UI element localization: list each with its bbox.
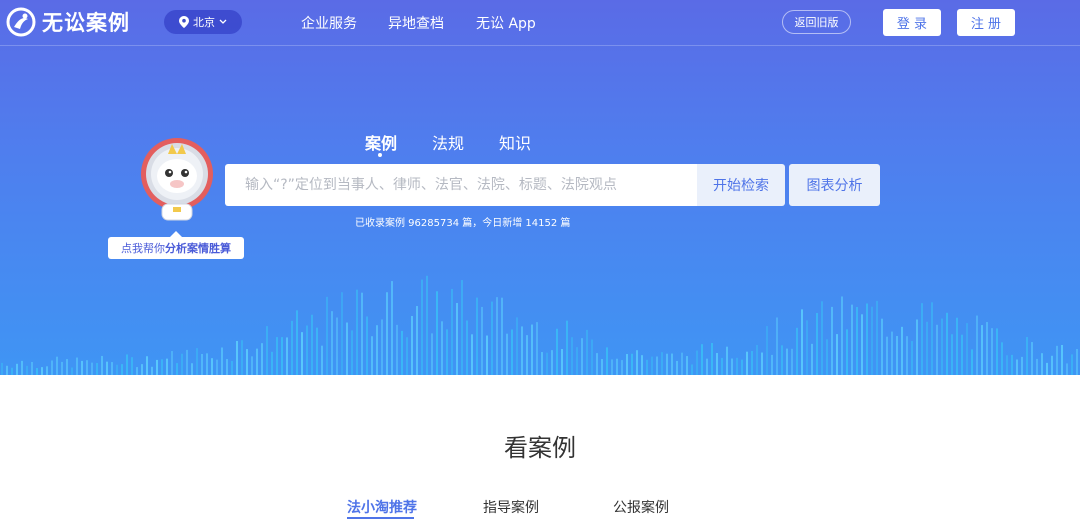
active-tab-underline xyxy=(347,517,414,519)
chevron-down-icon xyxy=(219,19,227,24)
start-search-button[interactable]: 开始检索 xyxy=(697,164,785,206)
decorative-bar-pattern xyxy=(1,275,1078,375)
search-tab-regulations[interactable]: 法规 xyxy=(432,130,464,154)
nav-enterprise-services[interactable]: 企业服务 xyxy=(301,13,357,33)
chart-analysis-button[interactable]: 图表分析 xyxy=(789,164,880,206)
nav-app[interactable]: 无讼 App xyxy=(476,13,536,33)
top-navigation-bar: 无讼案例 北京 企业服务 异地查档 无讼 App 返回旧版 登 录 注 册 xyxy=(0,0,1080,46)
tab-recommended[interactable]: 法小淘推荐 xyxy=(347,497,417,517)
search-tab-knowledge[interactable]: 知识 xyxy=(499,130,531,154)
search-input[interactable] xyxy=(225,164,698,206)
logo-icon xyxy=(6,7,36,37)
section-title: 看案例 xyxy=(504,434,576,462)
logo[interactable]: 无讼案例 xyxy=(6,5,130,39)
city-label: 北京 xyxy=(193,16,215,29)
city-selector[interactable]: 北京 xyxy=(164,10,242,34)
tab-guiding-cases[interactable]: 指导案例 xyxy=(483,497,539,517)
login-button[interactable]: 登 录 xyxy=(883,9,941,36)
collection-stats: 已收录案例 96285734 篇，今日新增 14152 篇 xyxy=(355,218,571,229)
return-old-version-button[interactable]: 返回旧版 xyxy=(782,10,851,34)
nav-remote-archive[interactable]: 异地查档 xyxy=(388,13,444,33)
mascot-icon[interactable] xyxy=(132,136,222,226)
bubble-strong-text: 分析案情胜算 xyxy=(165,242,231,255)
bubble-prefix: 点我帮你 xyxy=(121,242,165,255)
logo-text: 无讼案例 xyxy=(42,11,130,35)
register-button[interactable]: 注 册 xyxy=(957,9,1015,36)
hero-banner: 无讼案例 北京 企业服务 异地查档 无讼 App 返回旧版 登 录 注 册 点我… xyxy=(0,0,1080,375)
tab-gazette-cases[interactable]: 公报案例 xyxy=(613,497,669,517)
mascot-speech-bubble[interactable]: 点我帮你 分析案情胜算 xyxy=(108,231,244,259)
location-pin-icon xyxy=(179,16,189,28)
search-tab-cases[interactable]: 案例 xyxy=(365,130,397,154)
active-tab-indicator xyxy=(378,153,382,157)
